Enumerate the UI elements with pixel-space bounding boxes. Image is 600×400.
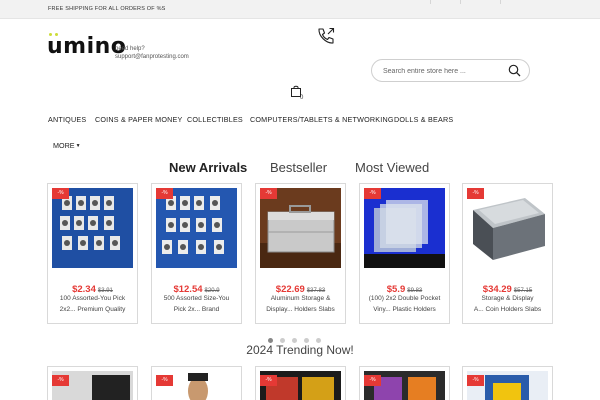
product-title-line: 100 Assorted-You Pick xyxy=(59,295,126,302)
discount-badge: -% xyxy=(364,375,381,386)
discount-badge: -% xyxy=(260,188,277,199)
product-title-line: Display... Holders Slabs xyxy=(266,306,335,313)
product-card[interactable]: -% $12.54 $20.9 500 Assorted Size-You Pic… xyxy=(151,183,242,324)
product-title-line: Pick 2x... Brand xyxy=(173,306,220,313)
discount-badge: -% xyxy=(52,188,69,199)
product-title[interactable]: (100) 2x2 Double Pocket Viny... Plastic … xyxy=(362,293,447,315)
search-icon[interactable] xyxy=(508,64,521,77)
nav-item-antiques[interactable]: ANTIQUES xyxy=(48,115,86,124)
tab-bestseller[interactable]: Bestseller xyxy=(270,160,327,175)
nav-item-computers-tablets[interactable]: COMPUTERS/TABLETS & NETWORKING xyxy=(250,115,394,124)
help-email[interactable]: support@fanprotesting.com xyxy=(115,53,189,61)
promo-text: FREE SHIPPING FOR ALL ORDERS OF %S xyxy=(48,6,166,12)
search-box[interactable] xyxy=(371,59,530,82)
product-title-line: 500 Assorted Size-You xyxy=(163,295,230,302)
discount-badge: -% xyxy=(260,375,277,386)
topbar-divider xyxy=(460,0,461,4)
discount-badge: -% xyxy=(467,188,484,199)
logo-accent-dot xyxy=(49,33,52,36)
product-card[interactable]: -% xyxy=(462,366,553,400)
discount-badge: -% xyxy=(52,375,69,386)
product-image[interactable] xyxy=(364,188,445,268)
nav-more-button[interactable]: MORE▼ xyxy=(53,141,81,150)
product-image[interactable] xyxy=(260,188,341,268)
promo-bar: FREE SHIPPING FOR ALL ORDERS OF %S xyxy=(0,0,600,19)
nav-item-collectibles[interactable]: COLLECTIBLES xyxy=(187,115,243,124)
product-image[interactable] xyxy=(156,188,237,268)
phone-icon[interactable] xyxy=(316,26,336,46)
tab-most-viewed[interactable]: Most Viewed xyxy=(355,160,429,175)
help-contact: need help? support@fanprotesting.com xyxy=(115,45,189,61)
product-title-line: Aluminum Storage & xyxy=(270,295,331,302)
product-image[interactable] xyxy=(52,188,133,268)
nav-item-coins-paper-money[interactable]: COINS & PAPER MONEY xyxy=(95,115,183,124)
discount-badge: -% xyxy=(364,188,381,199)
product-title-line: A... Coin Holders Slabs xyxy=(473,306,542,313)
topbar-divider xyxy=(500,0,501,4)
product-title[interactable]: Aluminum Storage & Display... Holders Sl… xyxy=(258,293,343,315)
product-card[interactable]: -% xyxy=(47,366,138,400)
topbar-divider xyxy=(430,0,431,4)
product-image[interactable] xyxy=(467,188,548,268)
product-card[interactable]: -% xyxy=(359,366,450,400)
search-input[interactable] xyxy=(383,64,503,78)
product-card[interactable]: -% $22.69 $37.83 Aluminum Storage & Displ… xyxy=(255,183,346,324)
product-card[interactable]: -% xyxy=(255,366,346,400)
nav-more-label: MORE xyxy=(53,141,75,150)
product-card[interactable]: -% $2.34 $3.91 100 Assorted-You Pick 2x2.… xyxy=(47,183,138,324)
tab-new-arrivals[interactable]: New Arrivals xyxy=(169,160,247,175)
chevron-down-icon: ▼ xyxy=(75,143,81,149)
product-title[interactable]: 500 Assorted Size-You Pick 2x... Brand xyxy=(154,293,239,315)
help-label: need help? xyxy=(115,46,145,52)
discount-badge: -% xyxy=(156,188,173,199)
product-title-line: Storage & Display xyxy=(481,295,534,302)
section-title: 2024 Trending Now! xyxy=(246,343,354,357)
discount-badge: -% xyxy=(156,375,173,386)
product-card[interactable]: -% $5.9 $9.83 (100) 2x2 Double Pocket Vin… xyxy=(359,183,450,324)
product-card[interactable]: -% xyxy=(151,366,242,400)
cart-count: 0 xyxy=(300,95,304,101)
product-card[interactable]: -% $34.29 $57.15 Storage & Display A... C… xyxy=(462,183,553,324)
product-title[interactable]: Storage & Display A... Coin Holders Slab… xyxy=(465,293,550,315)
product-title-line: (100) 2x2 Double Pocket xyxy=(368,295,441,302)
logo-accent-dot xyxy=(55,33,58,36)
product-title-line: 2x2... Premium Quality xyxy=(59,306,126,313)
product-title-line: Viny... Plastic Holders xyxy=(373,306,436,313)
discount-badge: -% xyxy=(467,375,484,386)
cart-button[interactable]: 0 xyxy=(290,84,304,104)
nav-item-dolls-bears[interactable]: DOLLS & BEARS xyxy=(394,115,453,124)
product-title[interactable]: 100 Assorted-You Pick 2x2... Premium Qua… xyxy=(50,293,135,315)
